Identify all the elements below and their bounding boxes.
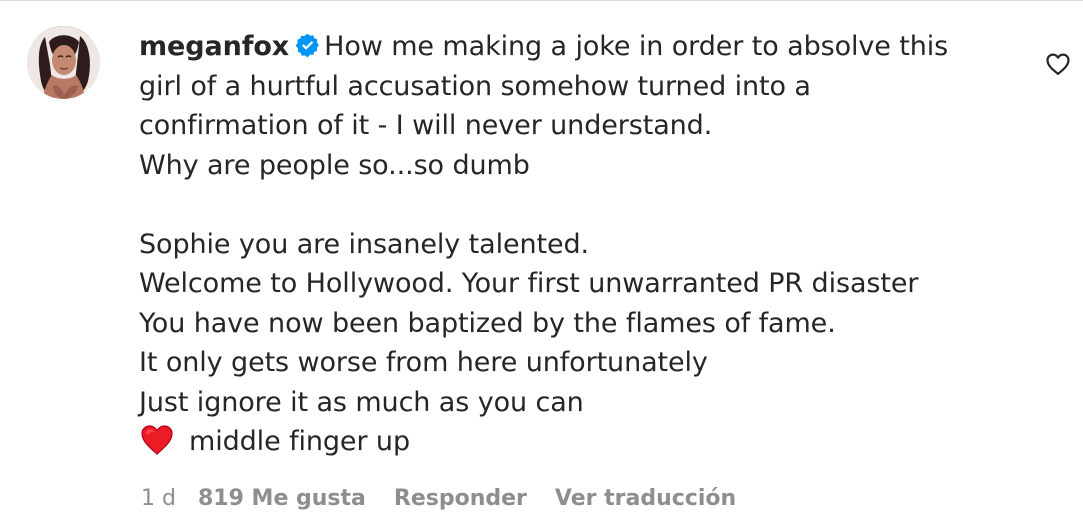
comment-meta: 1 d 819 Me gusta Responder Ver traducció… <box>141 482 736 516</box>
comment-text-line: middle finger up <box>189 426 410 457</box>
comment-line-3: confirmation of it - I will never unders… <box>139 110 713 141</box>
comment-line-1: meganfox How me making a joke in order t… <box>139 27 989 67</box>
avatar[interactable] <box>27 26 100 99</box>
reply-button[interactable]: Responder <box>394 482 527 516</box>
comment-body: meganfox How me making a joke in order t… <box>139 27 989 462</box>
likes-count-button[interactable]: 819 Me gusta <box>198 482 366 516</box>
comment-text-line: How me making a joke in order to absolve… <box>324 31 949 62</box>
top-border <box>0 0 1083 1</box>
comment-line-9: It only gets worse from here unfortunate… <box>139 347 708 378</box>
comment-time[interactable]: 1 d <box>141 482 176 516</box>
comment-line-8: You have now been baptized by the flames… <box>139 307 836 339</box>
verified-badge-icon <box>294 31 321 58</box>
username[interactable]: meganfox <box>139 31 289 62</box>
comment-line-11: middle finger up <box>139 422 989 462</box>
red-heart-emoji-icon <box>139 424 175 456</box>
comment-line-2: girl of a hurtful accusation somehow tur… <box>139 70 811 102</box>
comment-blank-line <box>139 185 989 225</box>
heart-outline-icon[interactable] <box>1044 50 1072 78</box>
comment-line-6: Sophie you are insanely talented. <box>139 228 590 260</box>
comment-line-7: Welcome to Hollywood. Your first unwarra… <box>139 268 919 299</box>
comment-line-10: Just ignore it as much as you can <box>139 386 584 418</box>
profile-photo <box>27 26 100 99</box>
comment-line-4: Why are people so...so dumb <box>139 149 530 181</box>
translate-button[interactable]: Ver traducción <box>555 482 736 516</box>
